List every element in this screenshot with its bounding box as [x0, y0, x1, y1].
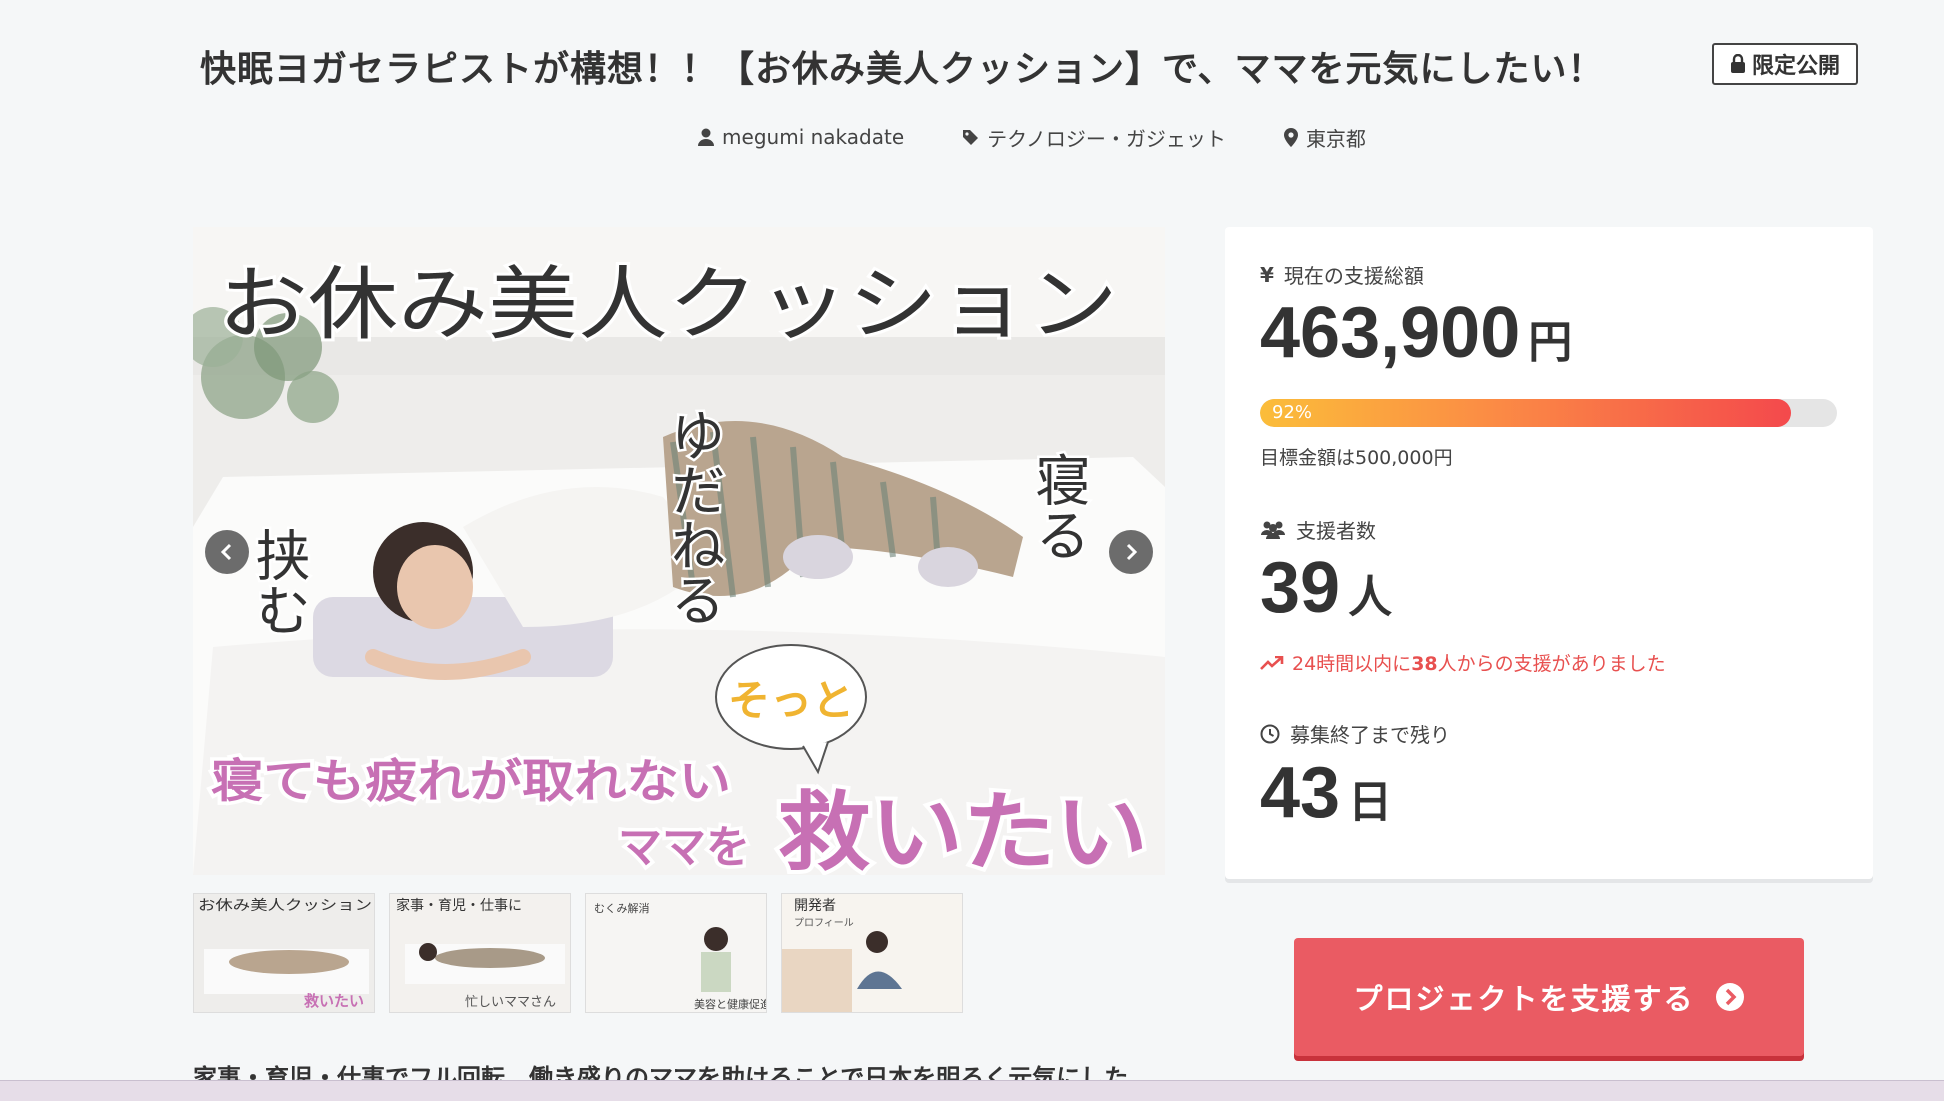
- progress-fill: 92%: [1260, 399, 1791, 427]
- recent-suffix: 人からの支援がありました: [1437, 653, 1666, 675]
- thumbnail-caption-bottom: プロフィール: [794, 917, 854, 929]
- thumbnail-caption-top: お休み美人クッション: [198, 898, 372, 914]
- remaining-unit: 日: [1348, 778, 1393, 827]
- clock-icon: [1260, 724, 1280, 743]
- private-badge: 限定公開: [1712, 43, 1858, 85]
- image-gallery[interactable]: お休み美人クッション ゆだねる 挟む 寝る そっと 寝ても疲れが取れない ママを…: [193, 227, 1165, 875]
- users-icon: [1261, 521, 1285, 539]
- image-word-entrust: ゆだねる: [661, 407, 725, 627]
- thumbnail-caption-bottom: 救いたい: [304, 992, 364, 1010]
- total-amount: 463,900: [1260, 293, 1521, 373]
- total-amount-row: 463,900 円: [1260, 292, 1572, 374]
- goal-amount: 目標金額は500,000円: [1260, 447, 1453, 469]
- yen-icon: ¥: [1260, 262, 1274, 287]
- owner-link[interactable]: megumi nakadate: [698, 122, 904, 152]
- thumbnail-2[interactable]: 家事・育児・仕事に 忙しいママさん: [389, 893, 571, 1013]
- thumbnail-caption-top: むくみ解消: [594, 901, 649, 915]
- thumbnail-image: 家事・育児・仕事に 忙しいママさん: [390, 894, 570, 1012]
- funding-stats-card: ¥ 現在の支援総額 463,900 円 92% 目標金額は500,000円 支援者…: [1225, 227, 1873, 879]
- image-word-sleep: 寝る: [1026, 452, 1090, 562]
- category-link[interactable]: テクノロジー・ガジェット: [962, 122, 1226, 152]
- thumbnail-strip: お休み美人クッション 救いたい 家事・育児・仕事に 忙しいママさん むくみ解消 …: [193, 893, 963, 1013]
- backers-unit: 人: [1348, 573, 1393, 622]
- backers-row: 39 人: [1260, 547, 1392, 629]
- image-word-pinch: 挟む: [246, 527, 310, 637]
- progress-bar: 92%: [1260, 399, 1837, 427]
- main-project-image: お休み美人クッション ゆだねる 挟む 寝る そっと 寝ても疲れが取れない ママを…: [193, 227, 1165, 875]
- chevron-left-icon: [220, 543, 232, 561]
- trending-up-icon: [1260, 655, 1284, 670]
- location-name: 東京都: [1305, 126, 1366, 151]
- project-meta: megumi nakadate テクノロジー・ガジェット 東京都: [0, 122, 1944, 152]
- support-project-button[interactable]: プロジェクトを支援する: [1294, 938, 1804, 1056]
- remaining-row: 43 日: [1260, 752, 1392, 834]
- recent-prefix: 24時間以内に: [1292, 653, 1412, 675]
- recent-backers-note: 24時間以内に38人からの支援がありました: [1260, 649, 1666, 676]
- owner-name: megumi nakadate: [722, 125, 905, 149]
- backers-label: 支援者数: [1296, 519, 1376, 543]
- gallery-next-button[interactable]: [1109, 530, 1153, 574]
- thumbnail-caption-bottom: 忙しいママさん: [465, 995, 556, 1010]
- arrow-circle-right-icon: [1715, 983, 1744, 1011]
- total-unit: 円: [1528, 318, 1573, 367]
- thumbnail-image: お休み美人クッション 救いたい: [194, 894, 374, 1012]
- remaining-label-row: 募集終了まで残り: [1260, 719, 1450, 748]
- backers-label-row: 支援者数: [1260, 515, 1376, 544]
- remaining-days: 43: [1260, 753, 1341, 833]
- image-bubble-text: そっと: [728, 676, 854, 725]
- support-button-label: プロジェクトを支援する: [1353, 982, 1695, 1016]
- category-name: テクノロジー・ガジェット: [987, 126, 1226, 151]
- badge-label: 限定公開: [1751, 54, 1840, 79]
- image-line1: 寝ても疲れが取れない: [211, 754, 731, 808]
- thumbnail-caption-top: 開発者: [794, 898, 836, 914]
- tag-icon: [963, 129, 979, 145]
- title-row: 快眠ヨガセラピストが構想！！【お休み美人クッション】で、ママを元気にしたい！ 限…: [0, 40, 1944, 90]
- project-title: 快眠ヨガセラピストが構想！！【お休み美人クッション】で、ママを元気にしたい！: [200, 49, 1605, 90]
- backers-count: 39: [1260, 548, 1341, 628]
- thumbnail-image: 開発者 プロフィール: [782, 894, 962, 1012]
- total-label: 現在の支援総額: [1283, 264, 1424, 288]
- recent-count: 38: [1411, 653, 1438, 675]
- user-icon: [698, 128, 715, 146]
- chevron-right-icon: [1126, 543, 1138, 561]
- image-line2b: 救いたい: [778, 783, 1148, 875]
- thumbnail-caption-bottom: 美容と健康促進: [694, 997, 767, 1011]
- taskbar: [0, 1080, 1944, 1101]
- thumbnail-4[interactable]: 開発者 プロフィール: [781, 893, 963, 1013]
- image-line2a: ママを: [618, 822, 750, 873]
- thumbnail-1[interactable]: お休み美人クッション 救いたい: [193, 893, 375, 1013]
- location-link[interactable]: 東京都: [1283, 122, 1366, 152]
- gallery-prev-button[interactable]: [205, 530, 249, 574]
- lock-icon: [1730, 54, 1745, 73]
- thumbnail-image: むくみ解消 美容と健康促進: [586, 894, 767, 1012]
- thumbnail-caption-top: 家事・育児・仕事に: [396, 897, 522, 914]
- progress-percent: 92%: [1272, 402, 1313, 423]
- remaining-label: 募集終了まで残り: [1290, 723, 1450, 747]
- thumbnail-3[interactable]: むくみ解消 美容と健康促進: [585, 893, 767, 1013]
- image-headline: お休み美人クッション: [218, 258, 1118, 351]
- map-pin-icon: [1283, 127, 1298, 147]
- total-label-row: ¥ 現在の支援総額: [1260, 260, 1424, 289]
